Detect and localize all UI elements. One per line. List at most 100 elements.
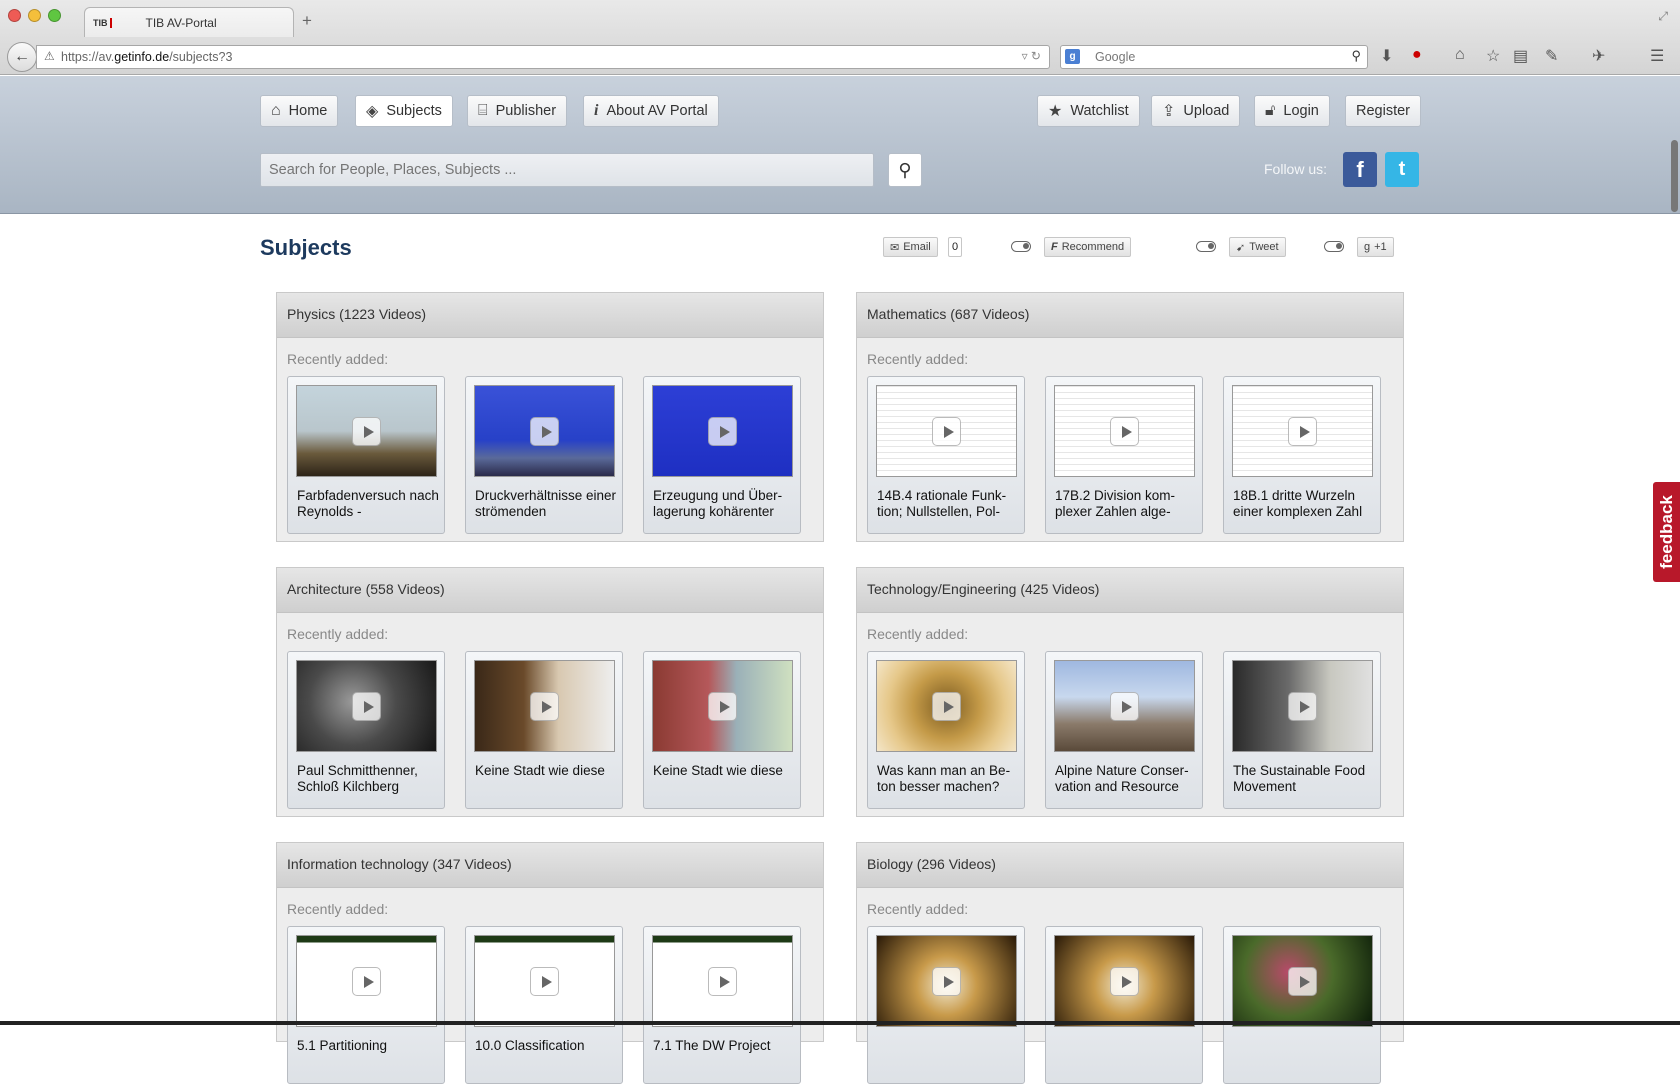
play-icon[interactable] bbox=[530, 692, 559, 721]
video-thumbnail[interactable] bbox=[1232, 935, 1373, 1027]
video-card[interactable]: 10.0 Classification bbox=[465, 926, 623, 1084]
tweet-toggle[interactable] bbox=[1196, 241, 1216, 252]
download-icon[interactable]: ⬇ bbox=[1380, 46, 1393, 66]
video-card[interactable] bbox=[867, 926, 1025, 1084]
play-icon[interactable] bbox=[530, 967, 559, 996]
video-thumbnail[interactable] bbox=[876, 660, 1017, 752]
video-thumbnail[interactable] bbox=[296, 935, 437, 1027]
video-title[interactable] bbox=[1055, 1038, 1197, 1070]
play-icon[interactable] bbox=[352, 967, 381, 996]
tweet-button[interactable]: ➹ Tweet bbox=[1229, 237, 1286, 257]
nav-register[interactable]: Register bbox=[1345, 95, 1421, 127]
reading-list-icon[interactable]: ▤ bbox=[1513, 46, 1528, 66]
video-thumbnail[interactable] bbox=[876, 385, 1017, 477]
play-icon[interactable] bbox=[932, 417, 961, 446]
play-icon[interactable] bbox=[708, 417, 737, 446]
video-title[interactable]: Keine Stadt wie diese bbox=[475, 763, 617, 795]
fullscreen-icon[interactable]: ⤢ bbox=[1658, 9, 1668, 24]
video-thumbnail[interactable] bbox=[296, 385, 437, 477]
video-card[interactable] bbox=[1045, 926, 1203, 1084]
video-thumbnail[interactable] bbox=[474, 660, 615, 752]
video-title[interactable]: Farbfadenversuch nach Reynolds - bbox=[297, 488, 439, 520]
video-card[interactable]: Was kann man an Be-ton besser machen? bbox=[867, 651, 1025, 809]
play-icon[interactable] bbox=[1288, 692, 1317, 721]
nav-about[interactable]: i About AV Portal bbox=[583, 95, 719, 127]
play-icon[interactable] bbox=[1288, 417, 1317, 446]
video-card[interactable]: Paul Schmitthenner, Schloß Kilchberg bbox=[287, 651, 445, 809]
video-card[interactable]: 5.1 Partitioning bbox=[287, 926, 445, 1084]
subject-heading[interactable]: Physics (1223 Videos) bbox=[277, 293, 823, 338]
bookmark-star-icon[interactable]: ☆ bbox=[1486, 46, 1500, 66]
zoom-window-button[interactable] bbox=[48, 9, 61, 22]
video-title[interactable] bbox=[1233, 1038, 1375, 1070]
facebook-icon[interactable]: f bbox=[1343, 152, 1377, 187]
video-title[interactable] bbox=[877, 1038, 1019, 1070]
video-title[interactable]: The Sustainable Food Movement bbox=[1233, 763, 1375, 795]
video-card[interactable]: 14B.4 rationale Funk-tion; Nullstellen, … bbox=[867, 376, 1025, 534]
video-thumbnail[interactable] bbox=[1232, 660, 1373, 752]
video-card[interactable]: Farbfadenversuch nach Reynolds - bbox=[287, 376, 445, 534]
video-card[interactable]: Keine Stadt wie diese bbox=[465, 651, 623, 809]
video-thumbnail[interactable] bbox=[474, 385, 615, 477]
feedback-tab[interactable]: feedback bbox=[1653, 482, 1680, 582]
search-button[interactable]: ⚲ bbox=[888, 153, 922, 187]
video-thumbnail[interactable] bbox=[652, 935, 793, 1027]
subject-heading[interactable]: Mathematics (687 Videos) bbox=[857, 293, 1403, 338]
play-icon[interactable] bbox=[352, 417, 381, 446]
browser-tab[interactable]: TIB TIB AV-Portal bbox=[84, 7, 294, 37]
video-thumbnail[interactable] bbox=[652, 385, 793, 477]
plusone-button[interactable]: g +1 bbox=[1357, 237, 1394, 257]
play-icon[interactable] bbox=[932, 967, 961, 996]
video-title[interactable]: Keine Stadt wie diese bbox=[653, 763, 795, 795]
video-title[interactable]: 7.1 The DW Project bbox=[653, 1038, 795, 1070]
play-icon[interactable] bbox=[708, 692, 737, 721]
nav-upload[interactable]: ⇪ Upload bbox=[1151, 95, 1240, 127]
search-icon[interactable]: ⚲ bbox=[1351, 48, 1361, 64]
email-share-button[interactable]: ✉ Email bbox=[883, 237, 938, 257]
video-title[interactable]: Alpine Nature Conser-vation and Resource bbox=[1055, 763, 1197, 795]
video-title[interactable]: 17B.2 Division kom-plexer Zahlen alge- bbox=[1055, 488, 1197, 520]
nav-login[interactable]: 🔓︎ Login bbox=[1254, 95, 1330, 127]
video-card[interactable]: Keine Stadt wie diese bbox=[643, 651, 801, 809]
video-thumbnail[interactable] bbox=[652, 660, 793, 752]
nav-subjects[interactable]: ◈ Subjects bbox=[355, 95, 453, 127]
video-card[interactable] bbox=[1223, 926, 1381, 1084]
recommend-toggle[interactable] bbox=[1011, 241, 1031, 252]
back-button[interactable]: ← bbox=[7, 42, 37, 72]
tools-icon[interactable]: ✎ bbox=[1545, 46, 1558, 66]
play-icon[interactable] bbox=[530, 417, 559, 446]
video-card[interactable]: The Sustainable Food Movement bbox=[1223, 651, 1381, 809]
video-title[interactable]: Druckverhältnisse einer strömenden bbox=[475, 488, 617, 520]
play-icon[interactable] bbox=[1288, 967, 1317, 996]
video-title[interactable]: 14B.4 rationale Funk-tion; Nullstellen, … bbox=[877, 488, 1019, 520]
adblock-icon[interactable]: ● bbox=[1412, 46, 1422, 64]
video-card[interactable]: 7.1 The DW Project bbox=[643, 926, 801, 1084]
close-window-button[interactable] bbox=[8, 9, 21, 22]
extension-icon[interactable]: ✈ bbox=[1592, 46, 1605, 66]
video-thumbnail[interactable] bbox=[474, 935, 615, 1027]
video-thumbnail[interactable] bbox=[1054, 660, 1195, 752]
recommend-button[interactable]: F Recommend bbox=[1044, 237, 1131, 257]
subject-heading[interactable]: Technology/Engineering (425 Videos) bbox=[857, 568, 1403, 613]
video-thumbnail[interactable] bbox=[1054, 935, 1195, 1027]
subject-heading[interactable]: Architecture (558 Videos) bbox=[277, 568, 823, 613]
minimize-window-button[interactable] bbox=[28, 9, 41, 22]
video-title[interactable]: Paul Schmitthenner, Schloß Kilchberg bbox=[297, 763, 439, 795]
play-icon[interactable] bbox=[708, 967, 737, 996]
video-thumbnail[interactable] bbox=[1232, 385, 1373, 477]
nav-home[interactable]: ⌂ Home bbox=[260, 95, 338, 127]
play-icon[interactable] bbox=[1110, 967, 1139, 996]
home-toolbar-icon[interactable]: ⌂ bbox=[1455, 46, 1465, 64]
subject-heading[interactable]: Information technology (347 Videos) bbox=[277, 843, 823, 888]
video-card[interactable]: Druckverhältnisse einer strömenden bbox=[465, 376, 623, 534]
reload-icon[interactable]: ▿ ↻ bbox=[1022, 49, 1041, 63]
video-title[interactable]: Erzeugung und Über-lagerung kohärenter bbox=[653, 488, 795, 520]
url-bar[interactable]: ⚠ https://av.getinfo.de/subjects?3 ▿ ↻ bbox=[36, 45, 1050, 69]
search-input[interactable] bbox=[260, 153, 874, 187]
video-card[interactable]: Alpine Nature Conser-vation and Resource bbox=[1045, 651, 1203, 809]
new-tab-button[interactable]: + bbox=[302, 11, 312, 31]
play-icon[interactable] bbox=[932, 692, 961, 721]
search-engine-bar[interactable]: g Google ⚲ bbox=[1060, 45, 1368, 69]
video-thumbnail[interactable] bbox=[1054, 385, 1195, 477]
video-title[interactable]: Was kann man an Be-ton besser machen? bbox=[877, 763, 1019, 795]
